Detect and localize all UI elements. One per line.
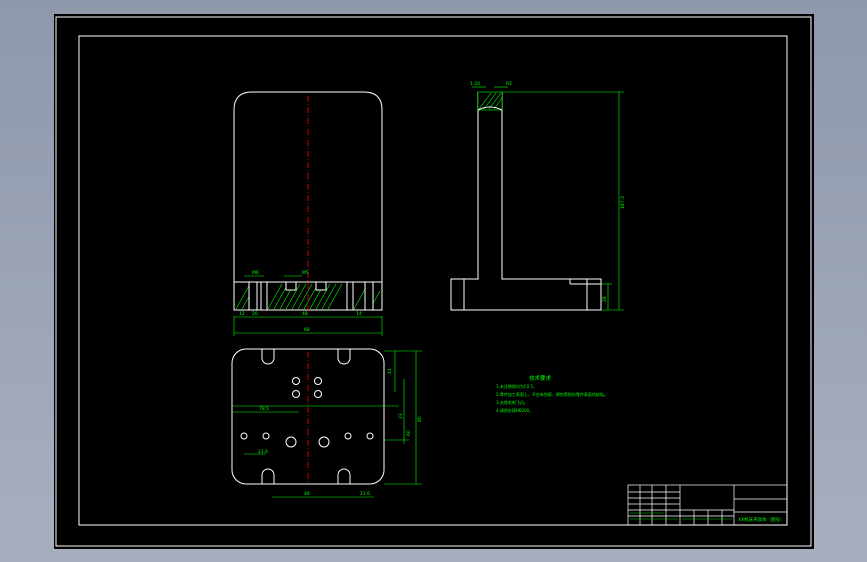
plan-dimensions	[232, 350, 422, 498]
front-callout-2: M5	[302, 270, 309, 276]
side-hatch	[477, 91, 503, 111]
plan-hole	[314, 377, 322, 385]
plan-hole	[366, 432, 374, 440]
drawing-name: XX机床夹具体（图号）	[738, 516, 785, 523]
front-dim-2: 20	[252, 311, 258, 317]
front-callout-1: M6	[252, 270, 259, 276]
plan-hole	[344, 432, 352, 440]
plan-hole	[262, 432, 270, 440]
plan-dim-right-2: 23	[398, 413, 404, 419]
tech-note-line: 1.未注倒角均为C0.5。	[496, 383, 537, 389]
plan-slot-top-left	[261, 349, 275, 365]
technical-notes[interactable]: 技术要求 1.未注倒角均为C0.5。 2.零件加工表面上，不应有划痕、擦伤等损伤…	[496, 374, 608, 413]
plan-hole	[240, 432, 248, 440]
plan-dim-bottom-2: 48	[304, 491, 310, 497]
front-dim-3: 48	[302, 311, 308, 317]
drawing-canvas[interactable]: M6 M5 12 20 48 14 68 21.6 48 21.6 78.5 1…	[54, 14, 814, 549]
plan-dim-right-3: 60	[406, 430, 412, 436]
front-hole-1	[248, 281, 258, 311]
plan-hole	[292, 377, 300, 385]
cad-application-window: M6 M5 12 20 48 14 68 21.6 48 21.6 78.5 1…	[0, 0, 867, 562]
plan-hole	[318, 436, 330, 448]
plan-dim-right-1: 14	[387, 368, 393, 374]
drawing-frame	[78, 35, 788, 526]
plan-dim-right-4: 80	[417, 416, 423, 422]
side-dim-right-2: 28	[602, 296, 608, 302]
tech-note-line: 4.调质处理HB200。	[496, 407, 533, 413]
front-dim-4: 14	[356, 311, 362, 317]
side-dim-right-1: 187.3	[620, 196, 626, 209]
plan-slot-top-right	[337, 349, 351, 365]
tech-notes-title: 技术要求	[529, 374, 552, 382]
tech-note-line: 2.零件加工表面上，不应有划痕、擦伤等损伤零件表面的缺陷。	[496, 391, 608, 397]
side-dim-top-2: R2	[506, 81, 512, 87]
plan-hole	[292, 390, 300, 398]
sheet-border	[55, 16, 812, 547]
cad-drawing: M6 M5 12 20 48 14 68 21.6 48 21.6 78.5 1…	[55, 16, 812, 547]
front-dim-1: 12	[239, 311, 245, 317]
front-slot	[285, 281, 297, 291]
plan-slot-bottom-right	[337, 468, 351, 484]
plan-hole	[285, 436, 297, 448]
front-hole-2	[260, 281, 268, 311]
front-hole-3	[346, 281, 354, 311]
tech-note-line: 3.去除毛刺飞边。	[496, 399, 528, 405]
plan-dim-bottom-1: 21.6	[258, 449, 268, 455]
side-view-outline	[450, 92, 602, 311]
plan-dim-left-1: 78.5	[259, 406, 269, 412]
side-dimensions	[472, 86, 624, 311]
front-dim-5: 68	[304, 327, 310, 333]
side-view[interactable]	[450, 92, 602, 311]
plan-slot-bottom-left	[261, 468, 275, 484]
plan-hole	[314, 390, 322, 398]
front-hole-4	[364, 281, 374, 311]
side-dim-top-1: 1.20	[470, 81, 480, 87]
front-slot-2	[315, 281, 327, 291]
plan-dim-bottom-3: 21.6	[360, 491, 370, 497]
